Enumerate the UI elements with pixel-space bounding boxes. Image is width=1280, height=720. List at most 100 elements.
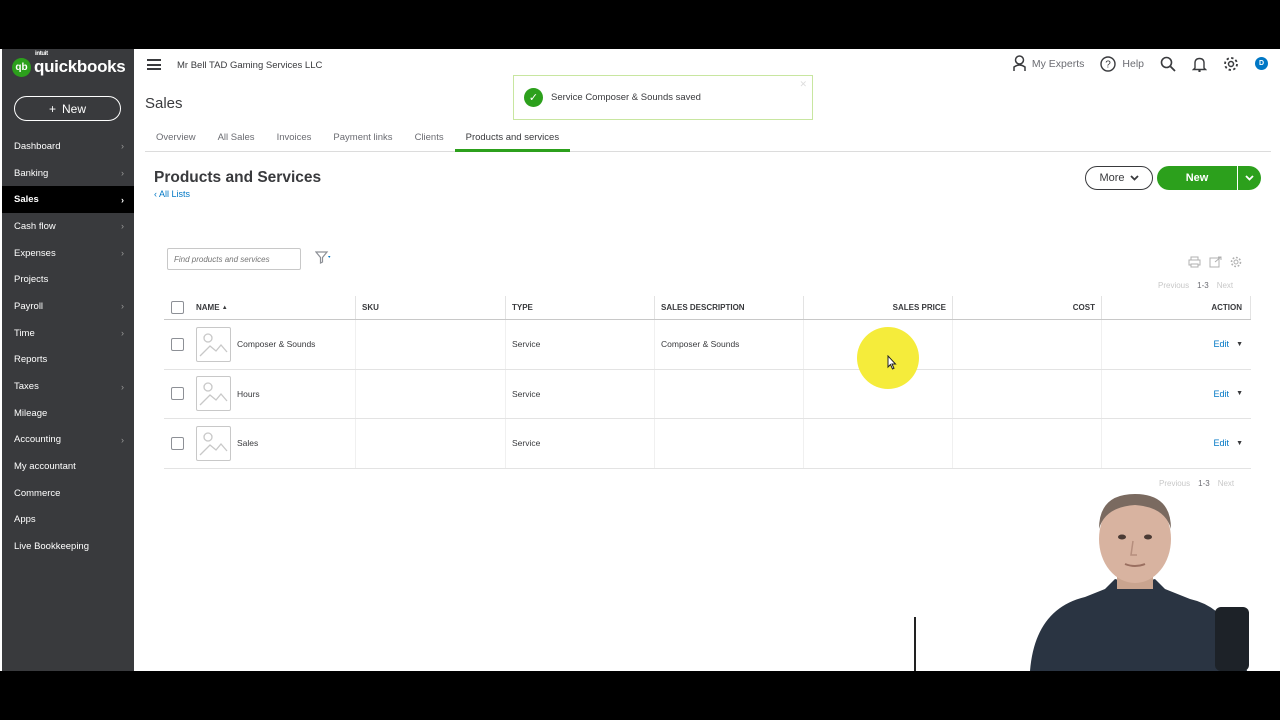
export-icon[interactable]: [1209, 256, 1222, 268]
product-name[interactable]: Hours: [237, 389, 260, 399]
sidebar-new-button[interactable]: + New: [14, 96, 121, 121]
caret-down-icon[interactable]: ▼: [1236, 341, 1243, 348]
sidebar-item-apps[interactable]: Apps: [2, 507, 134, 534]
edit-button[interactable]: Edit ▼: [1214, 389, 1243, 399]
sidebar-item-live-bookkeeping[interactable]: Live Bookkeeping: [2, 533, 134, 560]
cell-sku: [356, 419, 506, 468]
my-experts-link[interactable]: My Experts: [1013, 55, 1085, 72]
search-icon[interactable]: [1160, 56, 1176, 72]
caret-down-icon[interactable]: ▼: [1236, 390, 1243, 397]
product-name[interactable]: Sales: [237, 438, 258, 448]
sidebar-item-label: Commerce: [14, 487, 61, 499]
select-all-checkbox[interactable]: [170, 301, 184, 314]
column-type[interactable]: TYPE: [506, 296, 655, 319]
cell-cost: [953, 369, 1102, 418]
divider-line: [914, 617, 916, 671]
table-body: Composer & Sounds Service Composer & Sound…: [164, 320, 1251, 469]
filter-icon[interactable]: [314, 251, 332, 267]
chevron-right-icon: ›: [121, 248, 124, 259]
sidebar-item-my-accountant[interactable]: My accountant: [2, 453, 134, 480]
product-name[interactable]: Composer & Sounds: [237, 339, 315, 349]
help-icon: ?: [1100, 55, 1117, 72]
tab-all-sales[interactable]: All Sales: [207, 126, 266, 152]
tab-invoices[interactable]: Invoices: [266, 126, 323, 152]
products-title: Products and Services: [154, 169, 322, 186]
help-link[interactable]: ? Help: [1100, 55, 1144, 72]
sidebar-item-payroll[interactable]: Payroll ›: [2, 293, 134, 320]
bell-icon[interactable]: [1192, 56, 1207, 72]
success-toast: ✓ Service Composer & Sounds saved ✕: [513, 75, 813, 120]
sidebar-item-cash-flow[interactable]: Cash flow ›: [2, 213, 134, 240]
plus-icon: +: [48, 101, 56, 116]
my-experts-label: My Experts: [1031, 57, 1085, 70]
sidebar-item-dashboard[interactable]: Dashboard ›: [2, 133, 134, 160]
sidebar-item-time[interactable]: Time ›: [2, 320, 134, 347]
new-product-button[interactable]: New: [1157, 166, 1237, 190]
column-sku[interactable]: SKU: [356, 296, 506, 319]
tab-overview[interactable]: Overview: [145, 126, 207, 152]
column-price[interactable]: SALES PRICE: [804, 296, 953, 319]
pager-previous[interactable]: Previous: [1159, 479, 1190, 488]
quickbooks-logo[interactable]: qb intuit quickbooks: [12, 51, 126, 77]
cell-description: Composer & Sounds: [655, 320, 804, 369]
column-description[interactable]: SALES DESCRIPTION: [655, 296, 804, 319]
edit-button[interactable]: Edit ▼: [1214, 339, 1243, 349]
gear-icon[interactable]: [1223, 56, 1239, 72]
chevron-right-icon: ›: [121, 168, 124, 179]
pager-range: 1-3: [1198, 479, 1210, 488]
sidebar-item-projects[interactable]: Projects: [2, 266, 134, 293]
sidebar-item-label: Expenses: [14, 247, 56, 259]
cell-type: Service: [506, 419, 655, 468]
search-input[interactable]: [167, 248, 301, 270]
chevron-right-icon: ›: [121, 221, 124, 232]
more-label: More: [1099, 172, 1125, 184]
sidebar-item-sales[interactable]: Sales ›: [2, 186, 134, 214]
column-action: ACTION: [1102, 296, 1251, 319]
image-placeholder-icon: [196, 326, 231, 362]
cell-name: Hours: [190, 369, 356, 418]
chevron-right-icon: ›: [121, 301, 124, 312]
cell-name: Sales: [190, 419, 356, 468]
sidebar: qb intuit quickbooks + New Dashboard › Ban…: [2, 49, 134, 671]
sidebar-item-label: Banking: [14, 167, 49, 179]
experts-icon: [1013, 55, 1026, 71]
products-table: NAME ▲ SKU TYPE SALES DESCRIPTION SALES …: [164, 296, 1251, 469]
avatar[interactable]: D: [1255, 57, 1268, 70]
column-cost[interactable]: COST: [953, 296, 1102, 319]
new-dropdown-button[interactable]: [1238, 166, 1261, 190]
mouse-cursor-icon: [887, 355, 897, 370]
tab-clients[interactable]: Clients: [404, 126, 455, 152]
sidebar-item-taxes[interactable]: Taxes ›: [2, 373, 134, 400]
sidebar-item-mileage[interactable]: Mileage: [2, 400, 134, 427]
cell-cost: [953, 419, 1102, 468]
print-icon[interactable]: [1188, 256, 1201, 268]
sidebar-item-commerce[interactable]: Commerce: [2, 480, 134, 507]
row-checkbox[interactable]: [170, 387, 184, 401]
pager-next[interactable]: Next: [1218, 479, 1234, 488]
table-row[interactable]: Sales Service Edit ▼: [164, 419, 1251, 469]
tab-products-and-services[interactable]: Products and services: [454, 126, 571, 152]
table-settings-icon[interactable]: [1230, 256, 1242, 268]
sidebar-item-expenses[interactable]: Expenses ›: [2, 240, 134, 267]
table-header: NAME ▲ SKU TYPE SALES DESCRIPTION SALES …: [164, 296, 1251, 320]
new-label: New: [62, 101, 87, 116]
pager-previous[interactable]: Previous: [1158, 281, 1189, 290]
caret-down-icon[interactable]: ▼: [1236, 440, 1243, 447]
all-lists-link[interactable]: ‹ All Lists: [154, 189, 190, 199]
pager-bottom: Previous 1-3 Next: [1159, 479, 1234, 488]
page-title: Sales: [145, 95, 183, 112]
hamburger-menu-icon[interactable]: [147, 59, 161, 70]
more-button[interactable]: More: [1085, 166, 1153, 190]
row-checkbox[interactable]: [170, 337, 184, 351]
table-row[interactable]: Composer & Sounds Service Composer & Sound…: [164, 320, 1251, 370]
row-checkbox[interactable]: [170, 436, 184, 450]
column-name[interactable]: NAME ▲: [190, 296, 356, 319]
sidebar-item-banking[interactable]: Banking ›: [2, 160, 134, 187]
sidebar-item-reports[interactable]: Reports: [2, 347, 134, 374]
sidebar-item-accounting[interactable]: Accounting ›: [2, 427, 134, 454]
edit-button[interactable]: Edit ▼: [1214, 438, 1243, 448]
tab-payment-links[interactable]: Payment links: [322, 126, 403, 152]
pager-next[interactable]: Next: [1217, 281, 1233, 290]
table-row[interactable]: Hours Service Edit ▼: [164, 369, 1251, 419]
close-icon[interactable]: ✕: [799, 79, 807, 90]
